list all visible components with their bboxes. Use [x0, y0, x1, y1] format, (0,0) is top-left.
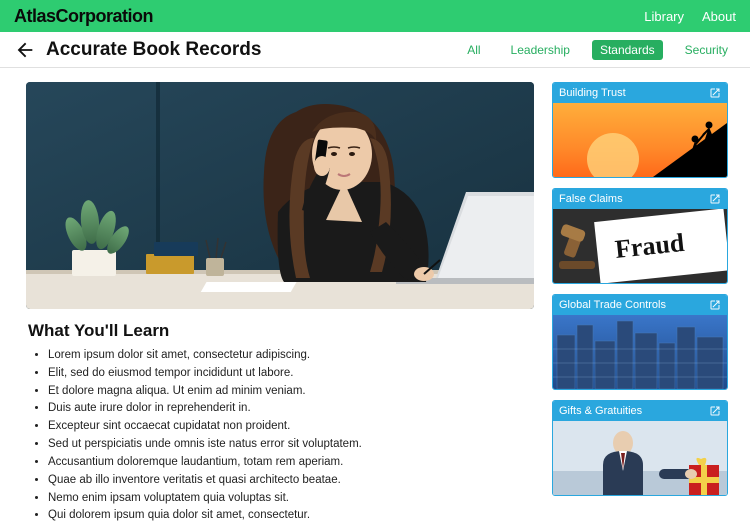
- subbar: Accurate Book Records All Leadership Sta…: [0, 32, 750, 68]
- bullet-list: Lorem ipsum dolor sit amet, consectetur …: [26, 347, 534, 525]
- card-title: Gifts & Gratuities: [559, 405, 642, 417]
- card-global-trade-controls[interactable]: Global Trade Controls: [552, 294, 728, 390]
- section-title: What You'll Learn: [28, 321, 534, 341]
- card-header: False Claims: [553, 189, 727, 209]
- tab-leadership[interactable]: Leadership: [503, 40, 578, 60]
- main-column: What You'll Learn Lorem ipsum dolor sit …: [26, 82, 534, 525]
- card-header: Gifts & Gratuities: [553, 401, 727, 421]
- card-thumbnail: [553, 103, 727, 177]
- card-title: Building Trust: [559, 87, 626, 99]
- card-title: Global Trade Controls: [559, 299, 666, 311]
- card-building-trust[interactable]: Building Trust: [552, 82, 728, 178]
- card-gifts-gratuities[interactable]: Gifts & Gratuities: [552, 400, 728, 496]
- nav-about[interactable]: About: [702, 9, 736, 24]
- subbar-left: Accurate Book Records: [14, 39, 261, 61]
- list-item: Et dolore magna aliqua. Ut enim ad minim…: [48, 383, 534, 401]
- tabs: All Leadership Standards Security: [459, 40, 736, 60]
- topbar: AtlasCorporation Library About: [0, 0, 750, 32]
- open-icon[interactable]: [709, 299, 721, 311]
- page-title: Accurate Book Records: [46, 39, 261, 61]
- nav-library[interactable]: Library: [644, 9, 684, 24]
- hero-image: [26, 82, 534, 309]
- back-arrow-icon[interactable]: [14, 39, 36, 61]
- card-thumbnail: Fraud: [553, 209, 727, 283]
- card-false-claims[interactable]: False Claims Fraud: [552, 188, 728, 284]
- card-title: False Claims: [559, 193, 623, 205]
- list-item: Accusantium doloremque laudantium, totam…: [48, 454, 534, 472]
- tab-all[interactable]: All: [459, 40, 488, 60]
- card-thumbnail: [553, 315, 727, 389]
- list-item: Duis aute irure dolor in reprehenderit i…: [48, 400, 534, 418]
- open-icon[interactable]: [709, 87, 721, 99]
- content: What You'll Learn Lorem ipsum dolor sit …: [0, 68, 750, 525]
- top-navigation: Library About: [644, 9, 736, 24]
- card-header: Global Trade Controls: [553, 295, 727, 315]
- list-item: Lorem ipsum dolor sit amet, consectetur …: [48, 347, 534, 365]
- sidebar: Building Trust: [552, 82, 728, 525]
- card-thumbnail: [553, 421, 727, 495]
- brand-logo: AtlasCorporation: [14, 6, 153, 27]
- list-item: Qui dolorem ipsum quia dolor sit amet, c…: [48, 507, 534, 525]
- list-item: Elit, sed do eiusmod tempor incididunt u…: [48, 365, 534, 383]
- open-icon[interactable]: [709, 193, 721, 205]
- list-item: Excepteur sint occaecat cupidatat non pr…: [48, 418, 534, 436]
- card-header: Building Trust: [553, 83, 727, 103]
- tab-standards[interactable]: Standards: [592, 40, 663, 60]
- list-item: Sed ut perspiciatis unde omnis iste natu…: [48, 436, 534, 454]
- tab-security[interactable]: Security: [677, 40, 736, 60]
- list-item: Nemo enim ipsam voluptatem quia voluptas…: [48, 490, 534, 508]
- open-icon[interactable]: [709, 405, 721, 417]
- list-item: Quae ab illo inventore veritatis et quas…: [48, 472, 534, 490]
